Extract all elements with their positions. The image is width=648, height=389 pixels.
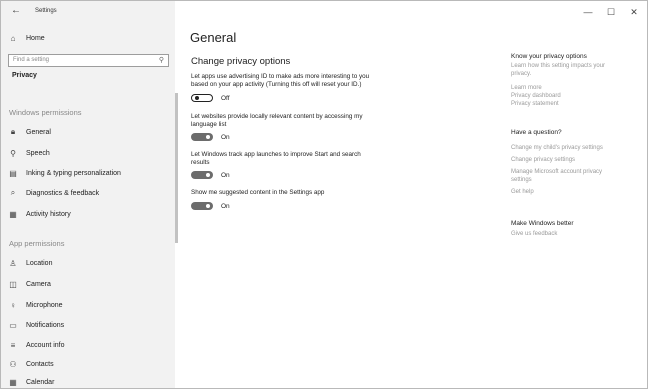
sidebar-item-camera[interactable]: ◫ Camera: [8, 277, 51, 291]
advertising-id-toggle[interactable]: [191, 94, 213, 102]
sidebar-item-label: Location: [26, 259, 53, 267]
back-arrow-icon[interactable]: ←: [11, 5, 21, 16]
toggle-knob: [206, 135, 210, 139]
link-line: Manage Microsoft account privacy: [511, 169, 603, 175]
sidebar-item-activity-history[interactable]: ▦ Activity history: [8, 207, 71, 221]
location-icon: ♙: [9, 258, 17, 268]
sidebar-item-contacts[interactable]: ⚇ Contacts: [8, 357, 54, 371]
sidebar-item-label: Account info: [26, 341, 65, 349]
sidebar-item-notifications[interactable]: ▭ Notifications: [8, 318, 64, 332]
sidebar-item-label: Diagnostics & feedback: [26, 189, 100, 197]
option-text-line: results: [191, 159, 210, 166]
make-windows-better-header: Make Windows better: [511, 220, 574, 227]
search-input[interactable]: Find a setting ⚲: [8, 54, 169, 67]
sidebar-item-speech[interactable]: ⚲ Speech: [8, 146, 50, 160]
option-advertising-id-text: Let apps use advertising ID to make ads …: [191, 73, 431, 89]
lock-icon: 🔒︎: [10, 127, 16, 136]
option-text-line: Let Windows track app launches to improv…: [191, 151, 361, 158]
toggle-knob: [195, 96, 199, 100]
notification-icon: ▭: [9, 320, 17, 330]
learn-more-link[interactable]: Learn more: [511, 85, 646, 93]
suggested-content-toggle[interactable]: [191, 202, 213, 210]
toggle-state-label: On: [221, 203, 230, 210]
search-icon: ⚲: [158, 57, 164, 64]
sidebar-item-inking[interactable]: ▤ Inking & typing personalization: [8, 166, 121, 180]
sidebar-item-diagnostics[interactable]: ⌕ Diagnostics & feedback: [8, 186, 99, 200]
change-privacy-settings-link[interactable]: Change privacy settings: [511, 157, 646, 165]
privacy-dashboard-link[interactable]: Privacy dashboard: [511, 93, 646, 101]
category-title: Privacy: [12, 72, 37, 79]
contacts-icon: ⚇: [9, 359, 17, 369]
home-icon: ⌂: [10, 33, 16, 43]
account-info-icon: ≡: [10, 340, 16, 350]
feedback-icon: ⌕: [10, 188, 16, 197]
option-text-line: Show me suggested content in the Setting…: [191, 189, 325, 196]
sidebar-item-label: Microphone: [26, 301, 63, 309]
close-icon[interactable]: ✕: [627, 7, 641, 18]
sidebar-item-label: Inking & typing personalization: [26, 169, 121, 177]
app-title: Settings: [35, 8, 57, 14]
app-launches-toggle[interactable]: [191, 171, 213, 179]
option-suggested-content-text: Show me suggested content in the Setting…: [191, 189, 431, 197]
search-placeholder: Find a setting: [13, 57, 50, 63]
manage-account-privacy-link[interactable]: Manage Microsoft account privacy setting…: [511, 169, 646, 184]
get-help-link[interactable]: Get help: [511, 189, 646, 197]
child-privacy-link[interactable]: Change my child's privacy settings: [511, 145, 646, 153]
option-text-line: Let websites provide locally relevant co…: [191, 113, 363, 120]
keyboard-icon: ▤: [9, 168, 17, 178]
sidebar-item-label: Calendar: [26, 378, 55, 386]
sidebar-item-label: Home: [26, 34, 45, 42]
sidebar-item-general[interactable]: 🔒︎ General: [8, 125, 51, 139]
minimize-icon[interactable]: —: [581, 7, 595, 17]
toggle-state-label: On: [221, 134, 230, 141]
know-privacy-description: Learn how this setting impacts your priv…: [511, 63, 646, 78]
privacy-statement-link[interactable]: Privacy statement: [511, 101, 646, 109]
toggle-knob: [206, 204, 210, 208]
toggle-knob: [206, 173, 210, 177]
option-app-launches-text: Let Windows track app launches to improv…: [191, 151, 431, 167]
toggle-state-label: On: [221, 172, 230, 179]
option-text-line: based on your app activity (Turning this…: [191, 81, 362, 88]
sidebar-item-label: Contacts: [26, 360, 54, 368]
settings-window: ← Settings — ☐ ✕ ⌂ Home Find a setting ⚲…: [0, 0, 648, 389]
description-line: privacy.: [511, 70, 532, 77]
sidebar-item-account-info[interactable]: ≡ Account info: [8, 338, 65, 352]
camera-icon: ◫: [9, 279, 17, 289]
maximize-icon[interactable]: ☐: [604, 7, 618, 18]
sidebar-item-label: Notifications: [26, 321, 65, 329]
sidebar-item-calendar[interactable]: ▦ Calendar: [8, 375, 54, 389]
titlebar: ← Settings — ☐ ✕: [1, 1, 647, 23]
sidebar-item-label: General: [26, 128, 51, 136]
microphone-icon: ♀: [10, 300, 16, 310]
calendar-icon: ▦: [9, 377, 17, 387]
section-header-app-permissions: App permissions: [9, 239, 65, 248]
section-header-windows-permissions: Windows permissions: [9, 108, 82, 117]
option-language-list-text: Let websites provide locally relevant co…: [191, 113, 431, 129]
link-line: settings: [511, 176, 532, 183]
language-list-toggle[interactable]: [191, 133, 213, 141]
activity-icon: ▦: [9, 209, 17, 219]
sidebar-item-location[interactable]: ♙ Location: [8, 256, 52, 270]
description-line: Learn how this setting impacts your: [511, 63, 606, 69]
page-title: General: [190, 30, 237, 45]
sidebar-item-label: Camera: [26, 280, 51, 288]
sidebar-item-label: Speech: [26, 149, 50, 157]
speech-icon: ⚲: [10, 148, 16, 158]
section-subtitle: Change privacy options: [191, 56, 291, 67]
option-text-line: Let apps use advertising ID to make ads …: [191, 73, 370, 80]
sidebar-item-home[interactable]: ⌂ Home: [8, 31, 45, 45]
know-privacy-header: Know your privacy options: [511, 53, 587, 60]
give-feedback-link[interactable]: Give us feedback: [511, 231, 646, 239]
sidebar-item-microphone[interactable]: ♀ Microphone: [8, 298, 63, 312]
sidebar-item-label: Activity history: [26, 210, 71, 218]
toggle-state-label: Off: [221, 95, 230, 102]
sidebar-scrollbar[interactable]: [175, 93, 178, 243]
question-header: Have a question?: [511, 129, 562, 136]
option-text-line: language list: [191, 121, 227, 128]
